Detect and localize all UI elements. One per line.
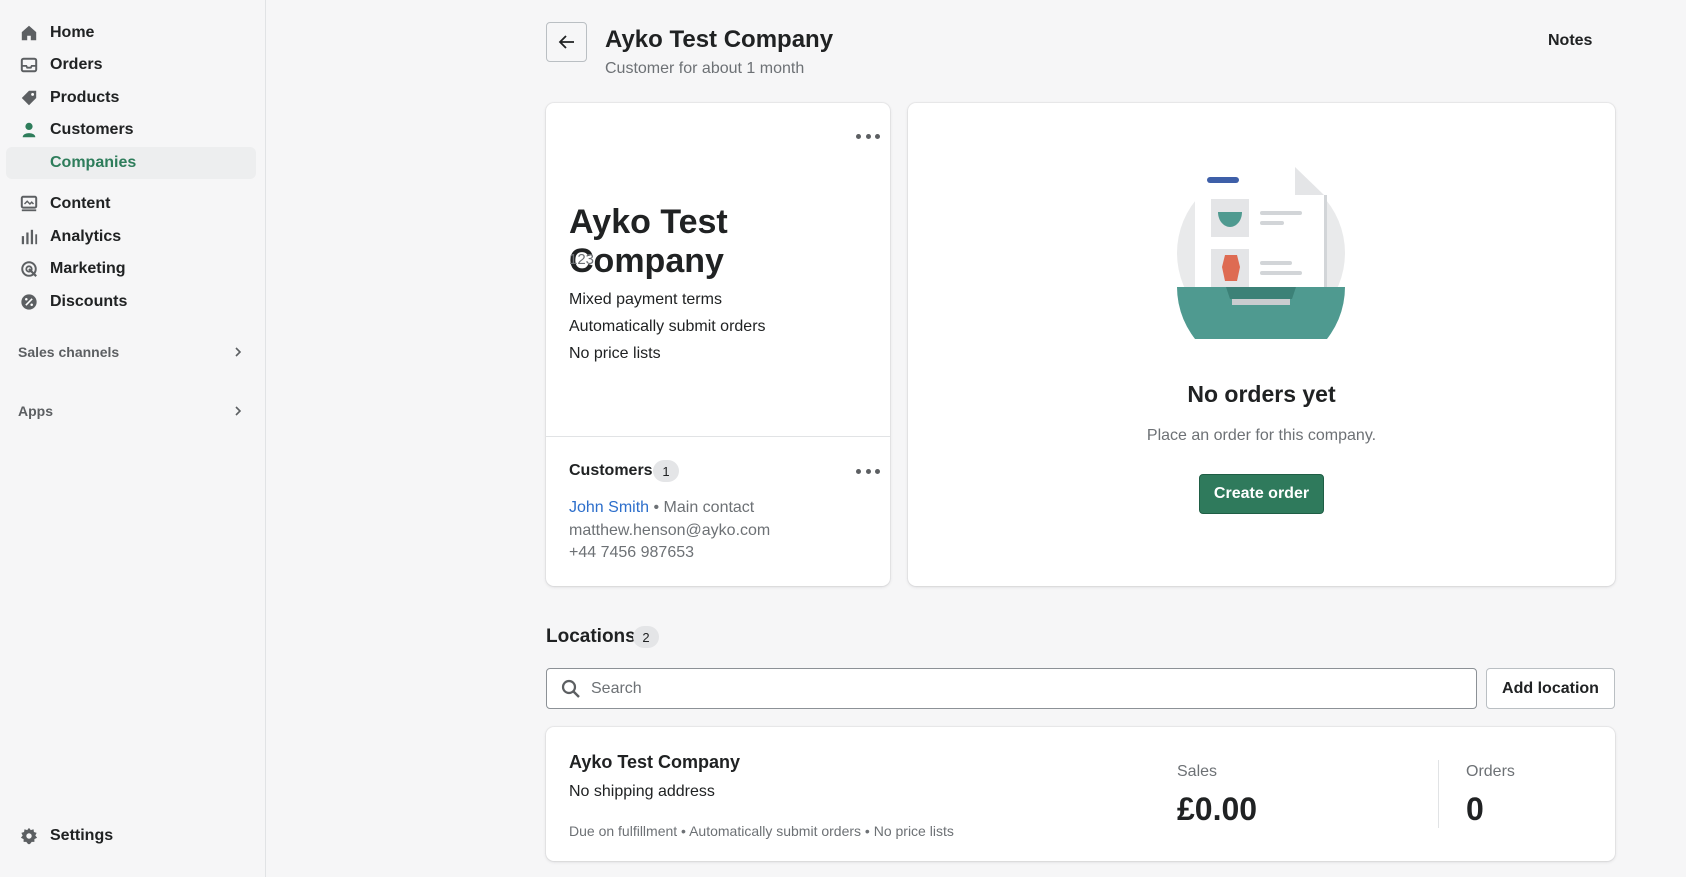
company-name: Ayko Test Company — [569, 203, 728, 280]
apps-label: Apps — [18, 403, 53, 419]
chevron-right-icon — [235, 406, 242, 416]
empty-orders-illustration — [1177, 167, 1345, 339]
sidebar-item-label: Content — [50, 195, 111, 212]
company-card: Ayko Test Company 123 Mixed payment term… — [546, 103, 890, 586]
location-shipping: No shipping address — [569, 783, 715, 800]
sidebar-item-label: Marketing — [50, 260, 126, 277]
sidebar-item-analytics[interactable]: Analytics — [6, 221, 256, 253]
sidebar-item-label: Companies — [50, 154, 137, 171]
sidebar-item-label: Home — [50, 24, 95, 41]
locations-search — [546, 668, 1477, 709]
sidebar-item-content[interactable]: Content — [6, 188, 256, 220]
locations-count-badge: 2 — [633, 626, 659, 648]
sidebar-item-label: Customers — [50, 121, 134, 138]
bar-chart-icon — [20, 228, 38, 246]
content-icon — [20, 195, 38, 213]
page-title: Ayko Test Company — [605, 26, 834, 53]
back-button[interactable] — [546, 22, 587, 62]
search-input[interactable] — [591, 669, 1461, 708]
home-icon — [20, 24, 38, 42]
sales-channels-section[interactable]: Sales channels — [18, 340, 244, 364]
add-location-button[interactable]: Add location — [1486, 668, 1615, 709]
orders-value: 0 — [1466, 791, 1484, 827]
empty-state-title: No orders yet — [1187, 381, 1336, 407]
company-number: 123 — [569, 251, 595, 268]
price-lists-setting: No price lists — [569, 345, 661, 362]
sidebar-item-discounts[interactable]: Discounts — [6, 286, 256, 318]
customers-count-badge: 1 — [653, 460, 679, 482]
locations-heading: Locations — [546, 626, 636, 647]
chevron-right-icon — [235, 347, 242, 357]
sidebar-item-label: Products — [50, 89, 120, 106]
main-contact: John Smith • Main contact — [569, 499, 754, 517]
sales-channels-label: Sales channels — [18, 344, 120, 360]
sidebar-item-label: Orders — [50, 56, 103, 73]
sidebar-item-marketing[interactable]: Marketing — [6, 253, 256, 285]
sidebar-item-label: Settings — [50, 827, 114, 844]
orders-card: No orders yet Place an order for this co… — [908, 103, 1615, 586]
payment-terms: Mixed payment terms — [569, 291, 722, 308]
submit-orders-setting: Automatically submit orders — [569, 318, 766, 335]
sidebar-item-label: Analytics — [50, 228, 122, 245]
person-icon — [20, 121, 38, 139]
apps-section[interactable]: Apps — [18, 399, 244, 423]
sales-label: Sales — [1177, 763, 1218, 780]
sidebar-item-home[interactable]: Home — [6, 17, 256, 49]
contact-name-link[interactable]: John Smith — [569, 499, 649, 516]
search-icon — [561, 679, 580, 698]
sidebar-item-label: Discounts — [50, 293, 128, 310]
contact-email: matthew.henson@ayko.com — [569, 522, 771, 539]
empty-state-subtitle: Place an order for this company. — [1146, 427, 1377, 444]
orders-label: Orders — [1466, 763, 1515, 780]
sidebar-item-products[interactable]: Products — [6, 82, 256, 114]
arrow-left-icon — [558, 35, 574, 49]
customers-more-actions-button[interactable] — [856, 464, 880, 478]
sidebar-item-companies[interactable]: Companies — [6, 147, 256, 179]
inbox-icon — [20, 56, 38, 74]
location-name: Ayko Test Company — [569, 752, 741, 772]
contact-phone: +44 7456 987653 — [569, 544, 695, 561]
card-divider — [546, 436, 890, 437]
gear-icon — [20, 827, 38, 845]
sidebar-item-orders[interactable]: Orders — [6, 49, 256, 81]
discount-icon — [20, 293, 38, 311]
stat-divider — [1438, 760, 1439, 828]
customers-heading: Customers — [569, 462, 653, 479]
location-row[interactable]: Ayko Test Company No shipping address Du… — [546, 727, 1615, 861]
tag-icon — [20, 89, 38, 107]
create-order-button[interactable]: Create order — [1199, 474, 1324, 514]
sidebar: Home Orders Products Customers Companies… — [0, 0, 266, 877]
notes-button[interactable]: Notes — [1548, 32, 1592, 50]
page-subtitle: Customer for about 1 month — [605, 60, 805, 77]
sidebar-item-settings[interactable]: Settings — [6, 820, 256, 852]
company-more-actions-button[interactable] — [856, 129, 880, 143]
location-meta: Due on fulfillment • Automatically submi… — [569, 823, 954, 839]
sales-value: £0.00 — [1177, 791, 1258, 827]
target-icon — [20, 260, 38, 278]
contact-role: • Main contact — [649, 499, 755, 516]
sidebar-item-customers[interactable]: Customers — [6, 114, 256, 146]
